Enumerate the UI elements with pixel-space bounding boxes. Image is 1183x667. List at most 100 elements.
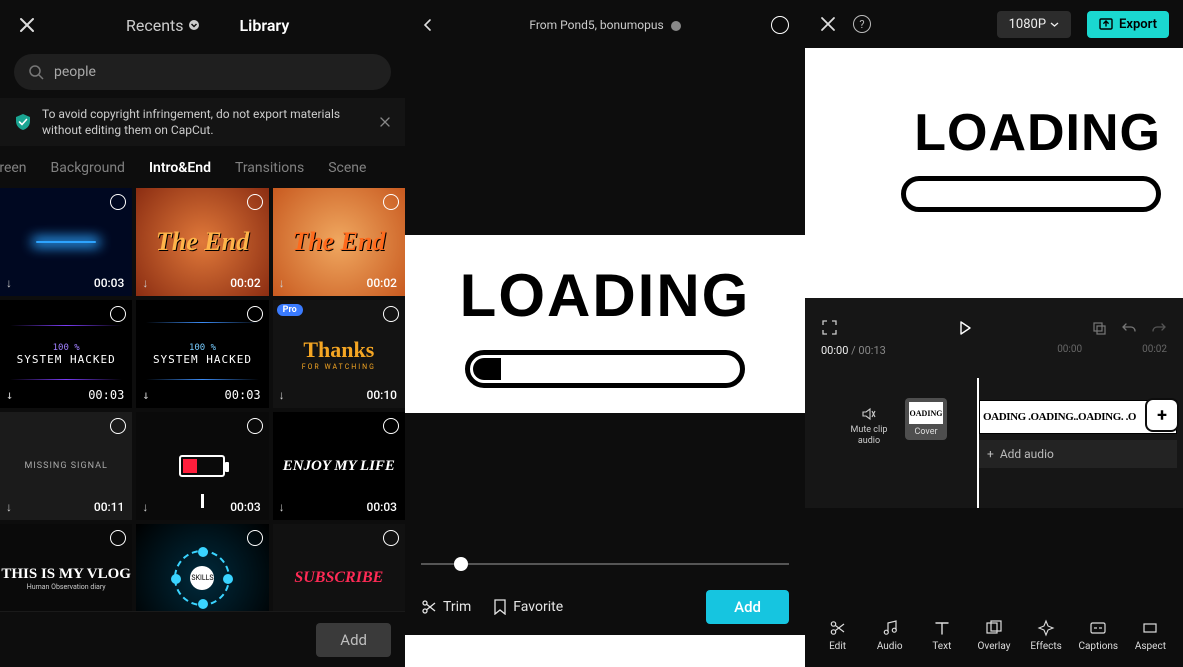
select-circle-icon[interactable] [383, 194, 399, 210]
category-scenes[interactable]: Scene [320, 156, 374, 180]
add-clip-button[interactable]: + [1147, 400, 1177, 430]
ruler-tick: 00:00 [1057, 344, 1082, 357]
category-introend[interactable]: Intro&End [141, 156, 219, 180]
clip-item[interactable]: ENJOY MY LIFE ↓ 00:03 [273, 412, 405, 520]
copy-icon[interactable] [1091, 320, 1107, 336]
select-circle-icon[interactable] [110, 418, 126, 434]
trim-button[interactable]: Trim [421, 599, 471, 615]
add-button[interactable]: Add [316, 623, 391, 657]
clip-sublabel: Human Observation diary [27, 583, 106, 591]
shield-icon [14, 113, 32, 131]
clip-duration: 00:02 [230, 276, 260, 290]
tool-overlay[interactable]: Overlay [971, 619, 1016, 652]
tool-audio[interactable]: Audio [867, 619, 912, 652]
clip-item[interactable]: ↓ 00:03 [136, 412, 268, 520]
select-circle-icon[interactable] [383, 306, 399, 322]
chevron-down-icon [188, 19, 200, 31]
sparkle-icon [1037, 619, 1055, 637]
preview-header: From Pond5, bonumopus [405, 0, 805, 50]
tab-recents-label: Recents [126, 16, 184, 35]
clip-sublabel: FOR WATCHING [302, 363, 376, 371]
help-icon[interactable]: ? [853, 15, 871, 33]
select-circle-icon[interactable] [247, 418, 263, 434]
clip-duration: 00:03 [225, 388, 261, 402]
music-icon [881, 619, 899, 637]
clip-item[interactable]: The End ↓ 00:02 [136, 188, 268, 296]
tool-text[interactable]: Text [919, 619, 964, 652]
undo-icon[interactable] [1121, 320, 1137, 336]
search-input[interactable]: people [14, 54, 391, 90]
editor-header: ? 1080P Export [805, 0, 1183, 48]
tool-label: Aspect [1135, 641, 1166, 652]
clip-item[interactable]: MISSING SIGNAL ↓ 00:11 [0, 412, 132, 520]
clip-duration: 00:10 [367, 388, 397, 402]
clip-duration: 00:11 [94, 500, 124, 514]
redo-icon[interactable] [1151, 320, 1167, 336]
speaker-icon [841, 406, 897, 422]
preview-bottom-blank [405, 413, 805, 579]
mute-clip-button[interactable]: Mute clip audio [841, 406, 897, 447]
category-transitions[interactable]: Transitions [227, 156, 312, 180]
clip-duration: 00:03 [94, 276, 124, 290]
clip-grid: ↓ 00:03 The End ↓ 00:02 The End ↓ 00:02 … [0, 188, 405, 632]
tool-label: Captions [1078, 641, 1118, 652]
add-audio-track[interactable]: + Add audio [979, 440, 1177, 468]
add-bar: Add [0, 611, 405, 667]
select-circle-icon[interactable] [247, 194, 263, 210]
trim-label: Trim [443, 599, 471, 615]
select-circle-icon[interactable] [247, 306, 263, 322]
close-icon[interactable] [819, 15, 837, 33]
history-tools [1091, 320, 1167, 336]
favorite-button[interactable]: Favorite [493, 599, 563, 615]
cover-thumb[interactable]: OADING Cover [905, 398, 947, 440]
tool-label: Effects [1030, 641, 1061, 652]
tool-edit[interactable]: Edit [815, 619, 860, 652]
fullscreen-icon[interactable] [821, 319, 838, 336]
select-circle-icon[interactable] [383, 530, 399, 546]
source-text: From Pond5, bonumopus [529, 18, 663, 32]
download-icon: ↓ [6, 500, 12, 514]
category-greenscreen[interactable]: creen [0, 156, 35, 180]
category-background[interactable]: Background [43, 156, 133, 180]
canvas-preview[interactable]: LOADING [805, 48, 1183, 298]
battery-icon [179, 455, 225, 477]
tab-recents[interactable]: Recents [126, 16, 200, 35]
clip-item[interactable]: Pro Thanks FOR WATCHING ↓ 00:10 [273, 300, 405, 408]
timeline[interactable]: Mute clip audio OADING Cover OADING .OAD… [805, 378, 1183, 508]
tool-captions[interactable]: Captions [1076, 619, 1121, 652]
tool-effects[interactable]: Effects [1024, 619, 1069, 652]
clip-item[interactable]: 100 % SYSTEM HACKED ↓ 00:03 [0, 300, 132, 408]
clip-label: SKILLS [190, 566, 214, 590]
clip-item[interactable]: ↓ 00:03 [0, 188, 132, 296]
captions-icon [1089, 619, 1107, 637]
overlay-icon [985, 619, 1003, 637]
scissors-icon [421, 599, 437, 615]
preview-panel: From Pond5, bonumopus LOADING Trim Favor… [405, 0, 805, 667]
tool-aspect[interactable]: Aspect [1128, 619, 1173, 652]
notice-close-icon[interactable] [379, 116, 391, 128]
select-circle-icon[interactable] [247, 530, 263, 546]
select-circle-icon[interactable] [383, 418, 399, 434]
scrubber-thumb[interactable] [454, 557, 468, 571]
tab-library[interactable]: Library [240, 16, 290, 35]
clip-item[interactable]: 100 % SYSTEM HACKED ↓ 00:03 [136, 300, 268, 408]
select-circle-icon[interactable] [110, 306, 126, 322]
clip-label: ENJOY MY LIFE [283, 458, 395, 475]
select-circle-icon[interactable] [110, 194, 126, 210]
preview-title: LOADING [460, 261, 751, 330]
clip-duration: 00:03 [367, 500, 397, 514]
resolution-selector[interactable]: 1080P [997, 11, 1071, 38]
play-icon[interactable] [957, 320, 973, 336]
time-total: 00:13 [858, 344, 885, 357]
bookmark-icon [493, 599, 507, 615]
select-circle-icon[interactable] [110, 530, 126, 546]
scissors-icon [829, 619, 847, 637]
close-icon[interactable] [18, 16, 36, 34]
clip-label: The End [292, 227, 385, 257]
export-button[interactable]: Export [1087, 11, 1169, 38]
download-icon: ↓ [6, 276, 12, 290]
add-button[interactable]: Add [706, 590, 789, 624]
scrubber[interactable] [421, 563, 789, 565]
clip-label: SUBSCRIBE [294, 569, 383, 587]
clip-item[interactable]: The End ↓ 00:02 [273, 188, 405, 296]
